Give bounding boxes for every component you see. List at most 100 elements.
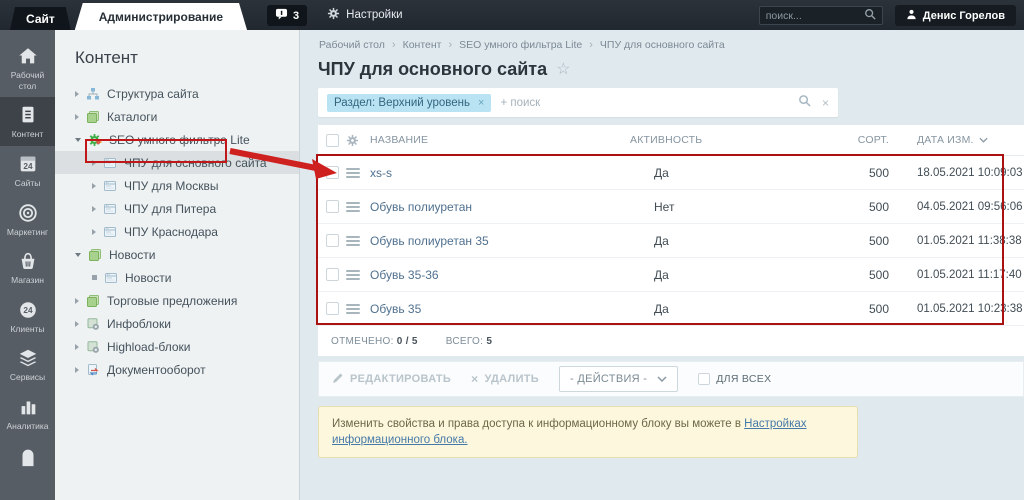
row-menu-icon[interactable]	[346, 235, 360, 246]
sidebar: Контент Структура сайта Каталоги SEO умн…	[55, 30, 300, 500]
rail-item-circle24[interactable]: 24 Клиенты	[0, 292, 55, 341]
rail-item-marketplace[interactable]	[0, 438, 55, 476]
expand-arrow-icon[interactable]	[92, 182, 96, 189]
tree-item[interactable]: ЧПУ Краснодара	[55, 220, 299, 243]
table-row[interactable]: Обувь 35 Да 500 01.05.2021 10:23:38	[318, 292, 1024, 326]
column-header-date[interactable]: ДАТА ИЗМ.	[903, 134, 1024, 146]
expand-arrow-icon[interactable]	[75, 343, 79, 350]
main-content: Рабочий стол › Контент › SEO умного фильтра …	[301, 30, 1024, 500]
table-row[interactable]: Обувь полиуретан 35 Да 500 01.05.2021 11…	[318, 224, 1024, 258]
for-all-checkbox-box[interactable]	[698, 373, 711, 385]
expand-arrow-icon[interactable]	[75, 113, 79, 120]
row-checkbox[interactable]	[325, 302, 339, 315]
expand-arrow-icon[interactable]	[92, 228, 96, 235]
filter-bar[interactable]: Раздел: Верхний уровень × + поиск ×	[318, 88, 838, 117]
row-menu-icon[interactable]	[346, 269, 360, 280]
tree-item[interactable]: Новости	[55, 266, 299, 289]
expand-arrow-icon[interactable]	[75, 90, 79, 97]
expand-arrow-icon[interactable]	[92, 159, 96, 166]
expand-arrow-icon[interactable]	[75, 252, 81, 257]
rail-item-basket[interactable]: Магазин	[0, 243, 55, 292]
breadcrumb-item[interactable]: Контент	[403, 39, 442, 51]
for-all-checkbox[interactable]: ДЛЯ ВСЕХ	[698, 373, 771, 385]
tree-item[interactable]: Новости	[55, 243, 299, 266]
filter-search-icon[interactable]	[798, 94, 811, 112]
row-checkbox[interactable]	[325, 234, 339, 247]
tree-item[interactable]: Инфоблоки	[55, 312, 299, 335]
row-name-link[interactable]: xs-s	[370, 166, 630, 180]
home-icon	[17, 45, 39, 67]
for-all-label: ДЛЯ ВСЕХ	[716, 373, 772, 385]
tree-item[interactable]: Каталоги	[55, 105, 299, 128]
expand-arrow-icon[interactable]	[92, 205, 96, 212]
breadcrumb-item[interactable]: ЧПУ для основного сайта	[600, 39, 725, 51]
expand-arrow-icon[interactable]	[75, 366, 79, 373]
row-name-link[interactable]: Обувь 35-36	[370, 268, 630, 282]
row-checkbox[interactable]	[325, 268, 339, 281]
tree-item[interactable]: Highload-блоки	[55, 335, 299, 358]
tab-site[interactable]: Сайт	[10, 7, 71, 30]
column-header-active[interactable]: АКТИВНОСТЬ	[630, 134, 845, 146]
row-menu-icon[interactable]	[346, 201, 360, 212]
tree-item[interactable]: ЧПУ для Москвы	[55, 174, 299, 197]
row-sort-value: 500	[868, 301, 889, 316]
row-date-value: 01.05.2021 11:38:38	[917, 234, 1022, 247]
topbar: Сайт Администрирование 3 Настройки поиск…	[0, 0, 1024, 30]
table-body: xs-s Да 500 18.05.2021 10:09:03 Обувь по…	[318, 156, 1024, 326]
breadcrumb-item[interactable]: SEO умного фильтра Lite	[459, 39, 582, 51]
table-row[interactable]: Обувь 35-36 Да 500 01.05.2021 11:17:40	[318, 258, 1024, 292]
settings-button[interactable]: Настройки	[327, 7, 403, 23]
search-input[interactable]: поиск...	[758, 6, 883, 25]
row-menu-icon[interactable]	[346, 303, 360, 314]
filter-clear-icon[interactable]: ×	[822, 96, 829, 110]
sort-chevron-icon	[979, 134, 988, 146]
row-checkbox[interactable]	[325, 166, 339, 179]
column-header-name[interactable]: НАЗВАНИЕ	[370, 134, 630, 146]
rail-item-home[interactable]: Рабочий стол	[0, 38, 55, 97]
favorite-star-icon[interactable]: ☆	[556, 61, 570, 78]
expand-arrow-icon[interactable]	[75, 320, 79, 327]
notifications-count: 3	[293, 9, 300, 22]
tree-item[interactable]: SEO умного фильтра Lite	[55, 128, 299, 151]
tree-item-label: Новости	[109, 247, 156, 262]
expand-arrow-icon[interactable]	[75, 297, 79, 304]
row-menu-icon[interactable]	[346, 167, 360, 178]
actions-dropdown[interactable]: - ДЕЙСТВИЯ -	[559, 366, 679, 392]
expand-arrow-icon[interactable]	[75, 137, 81, 142]
rail-item-target[interactable]: Маркетинг	[0, 195, 55, 244]
table-settings-icon[interactable]	[346, 134, 370, 147]
catalog-icon	[86, 110, 100, 124]
basket-icon	[17, 250, 39, 272]
breadcrumb-item[interactable]: Рабочий стол	[319, 39, 385, 51]
rail-item-calendar24[interactable]: 24 Сайты	[0, 146, 55, 195]
user-menu[interactable]: Денис Горелов	[894, 5, 1016, 26]
table-row[interactable]: Обувь полиуретан Нет 500 04.05.2021 09:5…	[318, 190, 1024, 224]
table-header: НАЗВАНИЕ АКТИВНОСТЬ СОРТ. ДАТА ИЗМ.	[318, 125, 1024, 156]
tree-item[interactable]: Структура сайта	[55, 82, 299, 105]
tree-item[interactable]: ЧПУ для основного сайта	[55, 151, 299, 174]
rail-item-label: Сайты	[14, 177, 41, 188]
tree-item[interactable]: ЧПУ для Питера	[55, 197, 299, 220]
select-all-checkbox[interactable]	[325, 133, 339, 147]
row-name-link[interactable]: Обувь 35	[370, 302, 630, 316]
row-name-link[interactable]: Обувь полиуретан 35	[370, 234, 630, 248]
edit-button[interactable]: РЕДАКТИРОВАТЬ	[332, 372, 451, 387]
rail-item-layers[interactable]: Сервисы	[0, 340, 55, 389]
chip-remove-icon[interactable]: ×	[478, 97, 484, 109]
table-row[interactable]: xs-s Да 500 18.05.2021 10:09:03	[318, 156, 1024, 190]
tree-item[interactable]: Торговые предложения	[55, 289, 299, 312]
user-icon	[906, 9, 917, 23]
row-checkbox[interactable]	[325, 200, 339, 213]
row-name-link[interactable]: Обувь полиуретан	[370, 200, 630, 214]
rail-item-bars[interactable]: Аналитика	[0, 389, 55, 438]
row-date-value: 04.05.2021 09:56:06	[917, 200, 1023, 213]
stackgear-icon	[86, 340, 100, 354]
rail-item-document[interactable]: Контент	[0, 97, 55, 146]
filter-chip[interactable]: Раздел: Верхний уровень ×	[327, 93, 492, 112]
column-header-sort[interactable]: СОРТ.	[845, 134, 903, 146]
seo-icon	[88, 133, 102, 147]
tab-administration[interactable]: Администрирование	[75, 3, 247, 30]
tree-item[interactable]: Документооборот	[55, 358, 299, 381]
notifications-button[interactable]: 3	[267, 5, 308, 26]
delete-button[interactable]: × УДАЛИТЬ	[471, 372, 539, 386]
